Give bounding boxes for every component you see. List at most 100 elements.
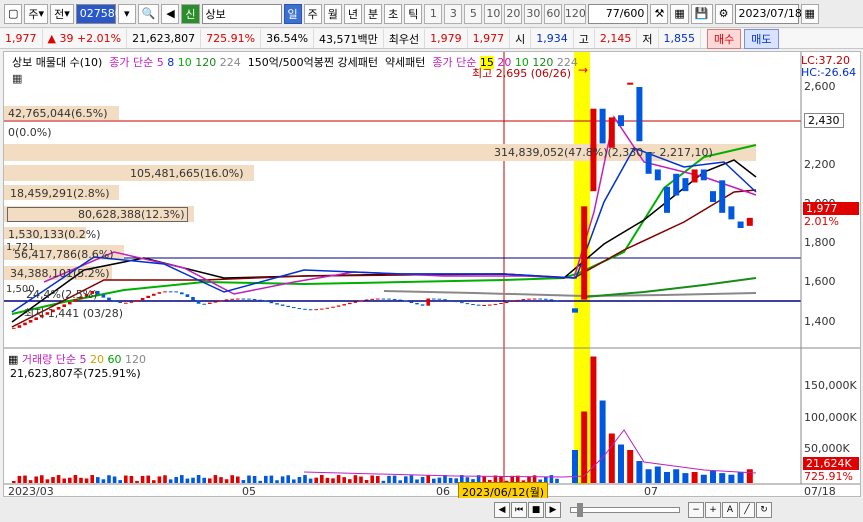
ma-magenta-line bbox=[43, 115, 757, 295]
vol-tick-150k: 150,000K bbox=[804, 379, 857, 392]
stock-type-select[interactable]: 주 ▾ bbox=[24, 3, 49, 24]
volume-bar bbox=[269, 475, 274, 483]
volume-bar bbox=[364, 479, 369, 483]
volume-bar bbox=[549, 475, 554, 483]
layout-icon[interactable]: ▢ bbox=[4, 3, 23, 24]
candle bbox=[710, 191, 716, 202]
tab-year[interactable]: 년 bbox=[343, 3, 363, 24]
date-field[interactable]: 2023/07/18 bbox=[734, 3, 802, 24]
tab-week[interactable]: 주 bbox=[303, 3, 322, 24]
save-icon[interactable]: 💾 bbox=[690, 3, 713, 24]
change-amount: 39 bbox=[59, 32, 74, 45]
candle bbox=[146, 295, 150, 299]
candle bbox=[68, 301, 72, 305]
candle bbox=[392, 298, 397, 300]
interval-120[interactable]: 120 bbox=[564, 3, 587, 24]
interval-60[interactable]: 60 bbox=[544, 3, 563, 24]
candle bbox=[532, 298, 537, 300]
chart-grid-icon[interactable]: ▦ bbox=[12, 72, 22, 85]
candle bbox=[448, 300, 453, 302]
chart-nav-bar: ◀ ⏮ ■ ▶ − + A ╱ ↻ bbox=[0, 498, 863, 522]
volume-value: 21,623,807 bbox=[127, 29, 202, 48]
volume-bar bbox=[572, 450, 578, 483]
stock-name-field[interactable]: 상보 bbox=[201, 3, 282, 24]
candle bbox=[320, 308, 324, 310]
high-price-note: 최고 2,695 (06/26) bbox=[472, 67, 572, 80]
gear-icon[interactable]: ⚙ bbox=[714, 3, 733, 24]
volume-bar bbox=[90, 475, 94, 483]
current-volume-tag: 21,624K bbox=[803, 457, 859, 470]
reset-view-icon[interactable]: ↻ bbox=[756, 502, 772, 518]
scroll-start-icon[interactable]: ⏮ bbox=[511, 502, 527, 518]
tab-month[interactable]: 월 bbox=[323, 3, 342, 24]
line-tool-icon[interactable]: ╱ bbox=[739, 502, 755, 518]
interval-3[interactable]: 3 bbox=[444, 3, 463, 24]
candle bbox=[314, 309, 318, 311]
profile-label-4: 105,481,665(16.0%) bbox=[130, 167, 244, 180]
volume-bar bbox=[404, 476, 408, 483]
candle bbox=[465, 303, 470, 305]
chart-panel[interactable]: → 상보 매물대 수(10) 종가 단순 5 8 10 120 224 150억… bbox=[3, 51, 861, 498]
volume-bar bbox=[107, 475, 111, 483]
candle bbox=[599, 108, 606, 144]
zoom-slider[interactable] bbox=[570, 503, 680, 517]
tab-second[interactable]: 초 bbox=[384, 3, 403, 24]
tab-minute[interactable]: 분 bbox=[364, 3, 383, 24]
candle bbox=[516, 299, 520, 301]
code-dropdown-icon[interactable]: ▾ bbox=[117, 3, 136, 24]
code-input[interactable]: 027580 bbox=[75, 3, 122, 24]
volume-bar bbox=[608, 433, 615, 483]
calendar-icon[interactable]: ▦ bbox=[800, 3, 819, 24]
candle bbox=[336, 305, 341, 307]
volume-bar bbox=[700, 474, 707, 483]
candle bbox=[415, 303, 419, 305]
tab-day[interactable]: 일 bbox=[283, 3, 302, 24]
candle bbox=[252, 299, 257, 301]
scroll-left-icon[interactable]: ◀ bbox=[494, 502, 510, 518]
candle bbox=[292, 307, 296, 309]
search-icon[interactable]: 🔍 bbox=[137, 3, 160, 24]
stop-icon[interactable]: ■ bbox=[528, 502, 544, 518]
text-tool-icon[interactable]: A bbox=[722, 502, 738, 518]
interval-30[interactable]: 30 bbox=[524, 3, 543, 24]
tool-icon[interactable]: ⚒ bbox=[650, 3, 669, 24]
candle bbox=[118, 301, 122, 303]
zoom-out-icon[interactable]: − bbox=[688, 502, 704, 518]
interval-10[interactable]: 10 bbox=[484, 3, 503, 24]
ma-period-5: 5 bbox=[156, 56, 164, 69]
candle bbox=[213, 301, 218, 303]
buy-button[interactable]: 매수 bbox=[707, 28, 742, 49]
volume-profile bbox=[4, 106, 756, 280]
volume-bar bbox=[40, 475, 44, 483]
candle bbox=[342, 304, 346, 306]
candle bbox=[572, 308, 578, 313]
volume-bar bbox=[746, 469, 753, 483]
ytick-1600: 1,600 bbox=[804, 275, 836, 288]
scroll-right-icon[interactable]: ▶ bbox=[545, 502, 561, 518]
volume-bar bbox=[236, 476, 240, 483]
ma-gray-line bbox=[383, 290, 757, 298]
candle bbox=[297, 308, 302, 310]
compare-select[interactable]: 전 ▾ bbox=[50, 3, 74, 24]
page-count-field[interactable]: 77/600 bbox=[588, 3, 649, 24]
candle bbox=[112, 300, 117, 302]
volume-bar bbox=[112, 476, 117, 483]
volume-bar bbox=[185, 478, 190, 483]
candle bbox=[230, 298, 234, 300]
interval-5[interactable]: 5 bbox=[464, 3, 483, 24]
sell-button[interactable]: 매도 bbox=[744, 28, 779, 49]
zoom-in-icon[interactable]: + bbox=[705, 502, 721, 518]
current-pct-tag: 2.01% bbox=[804, 215, 839, 228]
speaker-icon[interactable]: ◀ bbox=[161, 3, 180, 24]
volume-bar bbox=[654, 466, 661, 483]
tab-tick[interactable]: 틱 bbox=[404, 3, 423, 24]
ma-period-224: 224 bbox=[219, 56, 241, 69]
interval-1[interactable]: 1 bbox=[424, 3, 443, 24]
candle bbox=[376, 298, 380, 300]
candle bbox=[719, 180, 726, 213]
interval-20[interactable]: 20 bbox=[504, 3, 523, 24]
grid-icon[interactable]: ▦ bbox=[670, 3, 689, 24]
volume-bar bbox=[247, 475, 251, 483]
xtick-05: 05 bbox=[242, 485, 256, 498]
zoom-slider-handle[interactable] bbox=[577, 503, 583, 517]
